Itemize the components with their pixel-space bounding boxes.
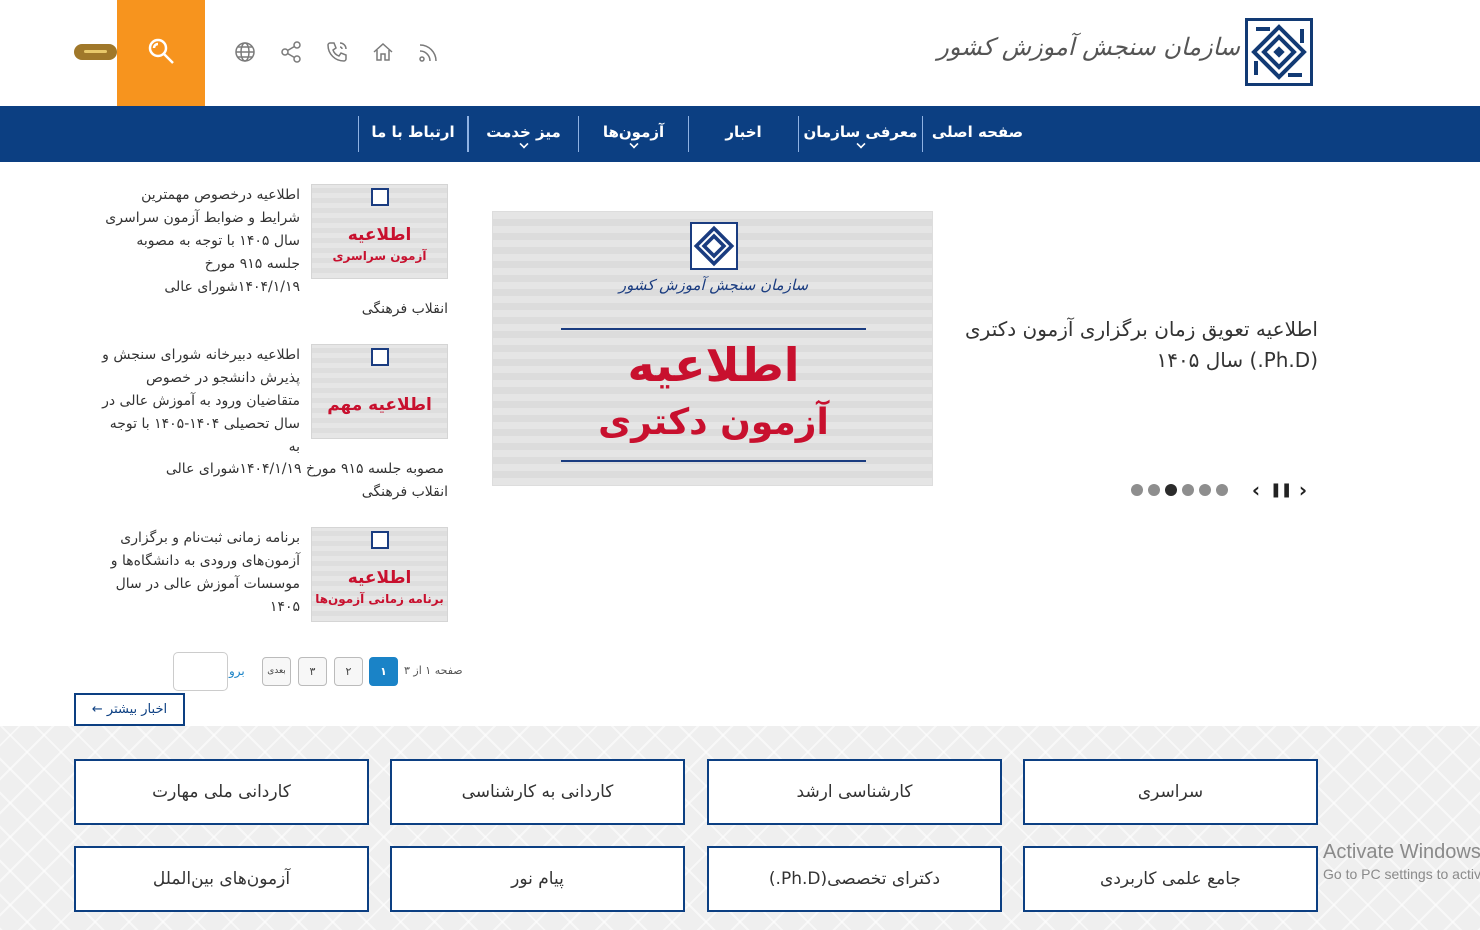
globe-icon[interactable]: [232, 39, 258, 65]
page-button-2[interactable]: ۲: [334, 657, 363, 686]
news-title[interactable]: اطلاعیه دبیرخانه شورای سنجش و پذیرش دانش…: [100, 344, 300, 459]
news-thumbnail[interactable]: اطلاعیه مهم: [311, 344, 448, 439]
divider: [561, 460, 866, 462]
slider-dot[interactable]: [1148, 484, 1160, 496]
news-item[interactable]: اطلاعیه آزمون سراسری اطلاعیه درخصوص مهمت…: [100, 184, 450, 317]
category-masters[interactable]: کارشناسی ارشد: [707, 759, 1002, 825]
phone-icon[interactable]: [324, 39, 350, 65]
nav-item-exams[interactable]: آزمون‌ها: [578, 116, 688, 152]
news-title[interactable]: برنامه زمانی ثبت‌نام و برگزاری آزمون‌های…: [100, 527, 300, 619]
nav-item-news[interactable]: اخبار: [688, 116, 798, 152]
search-button[interactable]: [117, 0, 205, 106]
category-national-skill-associate[interactable]: کاردانی ملی مهارت: [74, 759, 369, 825]
news-item[interactable]: اطلاعیه برنامه زمانی آزمون‌ها برنامه زما…: [100, 527, 450, 627]
exam-categories: سراسری کارشناسی ارشد کاردانی به کارشناسی…: [0, 726, 1480, 930]
pause-icon[interactable]: ❚❚: [1270, 480, 1292, 500]
slider-dots: [1131, 484, 1228, 496]
chevron-right-icon[interactable]: ›: [1293, 480, 1313, 500]
thumb-subheading: آزمون سراسری: [332, 249, 427, 263]
category-applied-science[interactable]: جامع علمی کاربردی: [1023, 846, 1318, 912]
nav-item-label: اخبار: [725, 123, 762, 141]
banner-heading: اطلاعیه: [627, 338, 800, 392]
news-item[interactable]: اطلاعیه مهم اطلاعیه دبیرخانه شورای سنجش …: [100, 344, 450, 504]
page-button-3[interactable]: ۳: [298, 657, 327, 686]
banner-org-name: سازمان سنجش آموزش کشور: [618, 276, 809, 294]
search-icon: [146, 36, 176, 70]
pagination-status: صفحه ۱ از ۳: [404, 664, 463, 677]
category-phd[interactable]: دکترای تخصصی(Ph.D.): [707, 846, 1002, 912]
org-logo-mark: [371, 188, 389, 206]
slider-dot[interactable]: [1216, 484, 1228, 496]
more-news-button[interactable]: اخبار بیشتر ←: [74, 693, 185, 726]
hero-image[interactable]: سازمان سنجش آموزش کشور اطلاعیه آزمون دکت…: [492, 211, 933, 486]
chevron-left-icon[interactable]: ‹: [1246, 480, 1266, 500]
slider-dot[interactable]: [1182, 484, 1194, 496]
slider-dot-active[interactable]: [1165, 484, 1177, 496]
nav-item-label: ارتباط با ما: [371, 123, 455, 141]
language-toggle[interactable]: [74, 44, 117, 60]
watermark-line1: Activate Windows: [1323, 841, 1480, 863]
category-sarasari[interactable]: سراسری: [1023, 759, 1318, 825]
share-icon[interactable]: [278, 39, 304, 65]
banner-subheading: آزمون دکتری: [598, 402, 829, 443]
site-header: سازمان سنجش آموزش کشور: [0, 0, 1480, 106]
thumb-heading: اطلاعیه: [347, 568, 412, 588]
news-thumbnail[interactable]: اطلاعیه آزمون سراسری: [311, 184, 448, 279]
windows-activation-watermark: Activate Windows Go to PC settings to ac…: [1323, 840, 1480, 884]
thumb-subheading: برنامه زمانی آزمون‌ها: [315, 592, 444, 606]
org-logo-mark: [371, 348, 389, 366]
home-icon[interactable]: [370, 39, 396, 65]
nav-item-home[interactable]: صفحه اصلی: [922, 116, 1032, 152]
rss-icon[interactable]: [416, 39, 442, 65]
news-title-tail[interactable]: انقلاب فرهنگی: [362, 298, 448, 321]
slider-dot[interactable]: [1131, 484, 1143, 496]
news-title[interactable]: اطلاعیه درخصوص مهمترین شرایط و ضوابط آزم…: [100, 184, 300, 299]
nav-item-about[interactable]: معرفی سازمان: [798, 116, 922, 152]
org-name-logotype: سازمان سنجش آموزش کشور: [937, 33, 1240, 61]
category-international-exams[interactable]: آزمون‌های بین‌الملل: [74, 846, 369, 912]
go-to-page-button[interactable]: برو: [229, 664, 245, 678]
news-title-tail[interactable]: انقلاب فرهنگی: [362, 481, 448, 504]
page-button-1[interactable]: ۱: [369, 657, 398, 686]
nav-item-label: صفحه اصلی: [931, 123, 1024, 141]
main-nav: صفحه اصلی معرفی سازمان اخبار آزمون‌ها می…: [0, 106, 1480, 162]
divider: [561, 328, 866, 330]
org-logo-mark: [690, 222, 738, 270]
watermark-line2: Go to PC settings to activate Windows.: [1323, 866, 1480, 882]
nav-item-service-desk[interactable]: میز خدمت: [468, 116, 578, 152]
org-logo-mark: [371, 531, 389, 549]
org-logo[interactable]: [1245, 18, 1313, 86]
hero-title[interactable]: اطلاعیه تعویق زمان برگزاری آزمون دکتری (…: [950, 314, 1318, 376]
next-page-button[interactable]: بعدی: [262, 657, 291, 686]
slider-dot[interactable]: [1199, 484, 1211, 496]
news-thumbnail[interactable]: اطلاعیه برنامه زمانی آزمون‌ها: [311, 527, 448, 622]
news-title-tail[interactable]: مصوبه جلسه ۹۱۵ مورخ ۱۴۰۴/۱/۱۹شورای عالی: [166, 458, 444, 481]
category-payame-noor[interactable]: پیام نور: [390, 846, 685, 912]
thumb-heading: اطلاعیه: [347, 225, 412, 245]
page-number-input[interactable]: [173, 652, 228, 691]
category-associate-to-bachelor[interactable]: کاردانی به کارشناسی: [390, 759, 685, 825]
thumb-heading: اطلاعیه مهم: [327, 395, 432, 415]
nav-item-contact[interactable]: ارتباط با ما: [358, 116, 468, 152]
